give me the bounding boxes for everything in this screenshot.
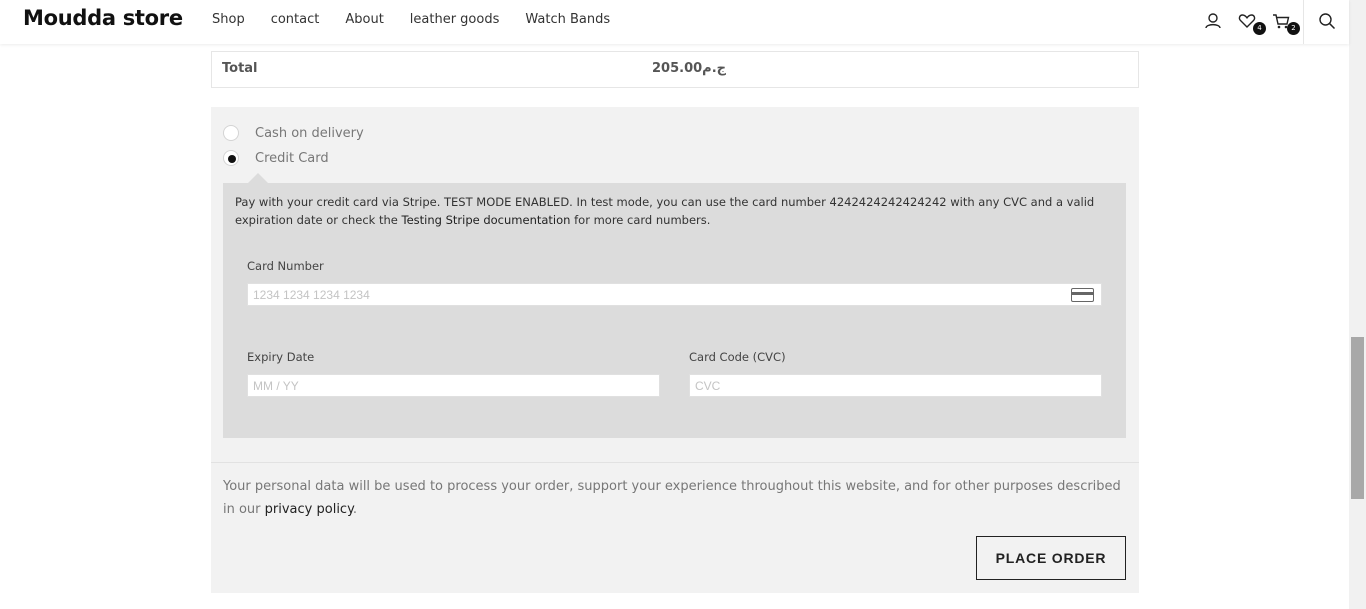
order-total-row: Total 205.00ج.م	[211, 51, 1139, 88]
payment-method-credit-card[interactable]: Credit Card	[223, 149, 329, 167]
privacy-policy-link[interactable]: privacy policy	[265, 502, 353, 517]
cvc-field[interactable]	[689, 374, 1102, 397]
site-logo[interactable]: Moudda store	[23, 6, 183, 30]
payment-section: Cash on delivery Credit Card Pay with yo…	[211, 107, 1139, 593]
privacy-notice: Your personal data will be used to proce…	[223, 475, 1128, 521]
credit-card-label[interactable]: Credit Card	[255, 151, 329, 166]
total-label: Total	[222, 61, 258, 76]
stripe-docs-link[interactable]: Testing Stripe documentation	[402, 213, 571, 227]
cart-count-badge: 2	[1287, 22, 1300, 35]
search-icon[interactable]	[1317, 11, 1337, 31]
card-number-input[interactable]	[248, 284, 1101, 306]
wishlist-count-badge: 4	[1253, 22, 1266, 35]
site-header: Moudda store Shop contact About leather …	[0, 0, 1349, 44]
nav-about[interactable]: About	[345, 12, 383, 27]
privacy-text: Your personal data will be used to proce…	[223, 479, 1121, 517]
nav-watch-bands[interactable]: Watch Bands	[525, 12, 610, 27]
cod-label[interactable]: Cash on delivery	[255, 126, 364, 141]
scrollbar-thumb[interactable]	[1351, 337, 1364, 499]
cvc-input[interactable]	[690, 375, 1101, 397]
place-order-button[interactable]: PLACE ORDER	[976, 536, 1126, 580]
expiry-field[interactable]	[247, 374, 660, 397]
credit-card-panel: Pay with your credit card via Stripe. TE…	[223, 173, 1126, 438]
nav-contact[interactable]: contact	[271, 12, 320, 27]
nav-leather-goods[interactable]: leather goods	[410, 12, 500, 27]
privacy-end: .	[352, 502, 358, 517]
cvc-label: Card Code (CVC)	[689, 350, 786, 364]
expiry-label: Expiry Date	[247, 350, 315, 364]
panel-pointer	[248, 173, 268, 183]
header-divider	[1303, 0, 1304, 44]
total-value: 205.00ج.م	[652, 61, 727, 76]
payment-divider	[211, 462, 1139, 463]
nav-shop[interactable]: Shop	[212, 12, 245, 27]
checkout-page: Moudda store Shop contact About leather …	[0, 0, 1366, 609]
expiry-input[interactable]	[248, 375, 659, 397]
credit-card-radio[interactable]	[223, 150, 239, 166]
main-nav: Shop contact About leather goods Watch B…	[212, 12, 636, 27]
payment-method-cod[interactable]: Cash on delivery	[223, 124, 364, 142]
credit-card-icon	[1071, 288, 1094, 302]
card-number-field[interactable]	[247, 283, 1102, 306]
stripe-description: Pay with your credit card via Stripe. TE…	[235, 193, 1115, 229]
account-icon[interactable]	[1203, 11, 1223, 31]
card-number-label: Card Number	[247, 259, 324, 273]
description-suffix: for more card numbers.	[570, 213, 711, 227]
page-scrollbar[interactable]	[1349, 0, 1366, 609]
cod-radio[interactable]	[223, 125, 239, 141]
